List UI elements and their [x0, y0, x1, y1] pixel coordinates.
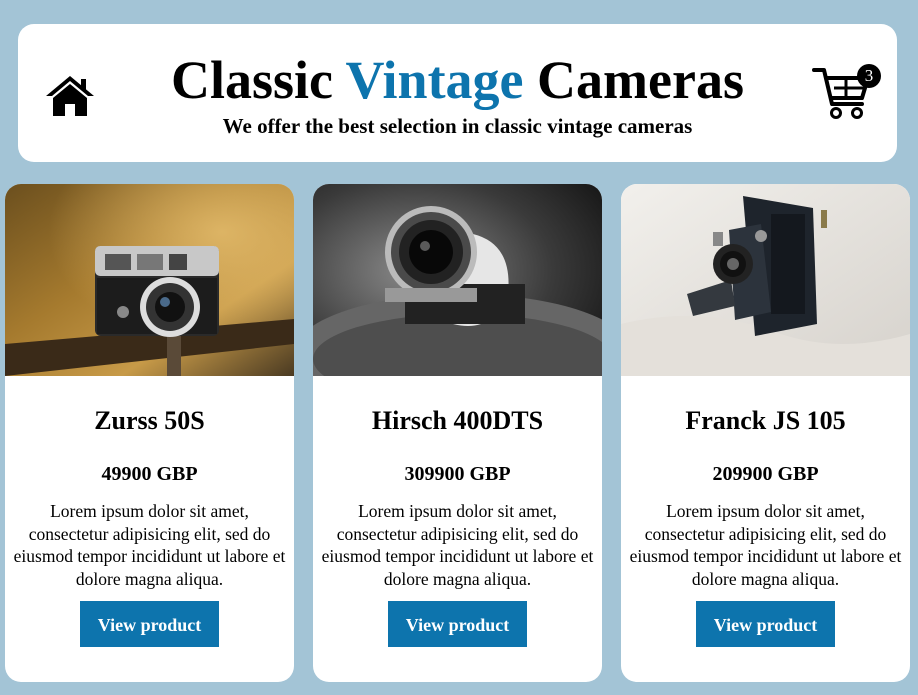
view-product-button[interactable]: View product: [696, 601, 835, 647]
product-image: [5, 184, 294, 376]
product-description: Lorem ipsum dolor sit amet, consectetur …: [321, 501, 594, 589]
product-name: Zurss 50S: [94, 406, 205, 435]
site-header: Classic Vintage Cameras We offer the bes…: [18, 24, 897, 162]
product-description: Lorem ipsum dolor sit amet, consectetur …: [629, 501, 902, 589]
page-subtitle: We offer the best selection in classic v…: [222, 114, 693, 138]
view-product-button[interactable]: View product: [388, 601, 527, 647]
product-card-zurss-50s: Zurss 50S 49900 GBP Lorem ipsum dolor si…: [5, 184, 294, 682]
product-card-hirsch-400dts: Hirsch 400DTS 309900 GBP Lorem ipsum dol…: [313, 184, 602, 682]
title-text-accent: Vintage: [345, 50, 524, 110]
product-name: Hirsch 400DTS: [371, 406, 544, 435]
product-price: 209900 GBP: [712, 463, 819, 485]
product-price: 49900 GBP: [101, 463, 198, 485]
page-title: Classic Vintage Cameras: [18, 50, 897, 110]
product-image: [313, 184, 602, 376]
product-card-franck-js-105: Franck JS 105 209900 GBP Lorem ipsum dol…: [621, 184, 910, 682]
product-name: Franck JS 105: [685, 406, 846, 435]
product-image: [621, 184, 910, 376]
product-description: Lorem ipsum dolor sit amet, consectetur …: [13, 501, 286, 589]
product-price: 309900 GBP: [404, 463, 511, 485]
cart-count-badge: 3: [857, 64, 881, 88]
title-text-start: Classic: [171, 50, 346, 110]
view-product-button[interactable]: View product: [80, 601, 219, 647]
cart-button[interactable]: 3: [812, 64, 881, 122]
title-text-end: Cameras: [523, 50, 744, 110]
